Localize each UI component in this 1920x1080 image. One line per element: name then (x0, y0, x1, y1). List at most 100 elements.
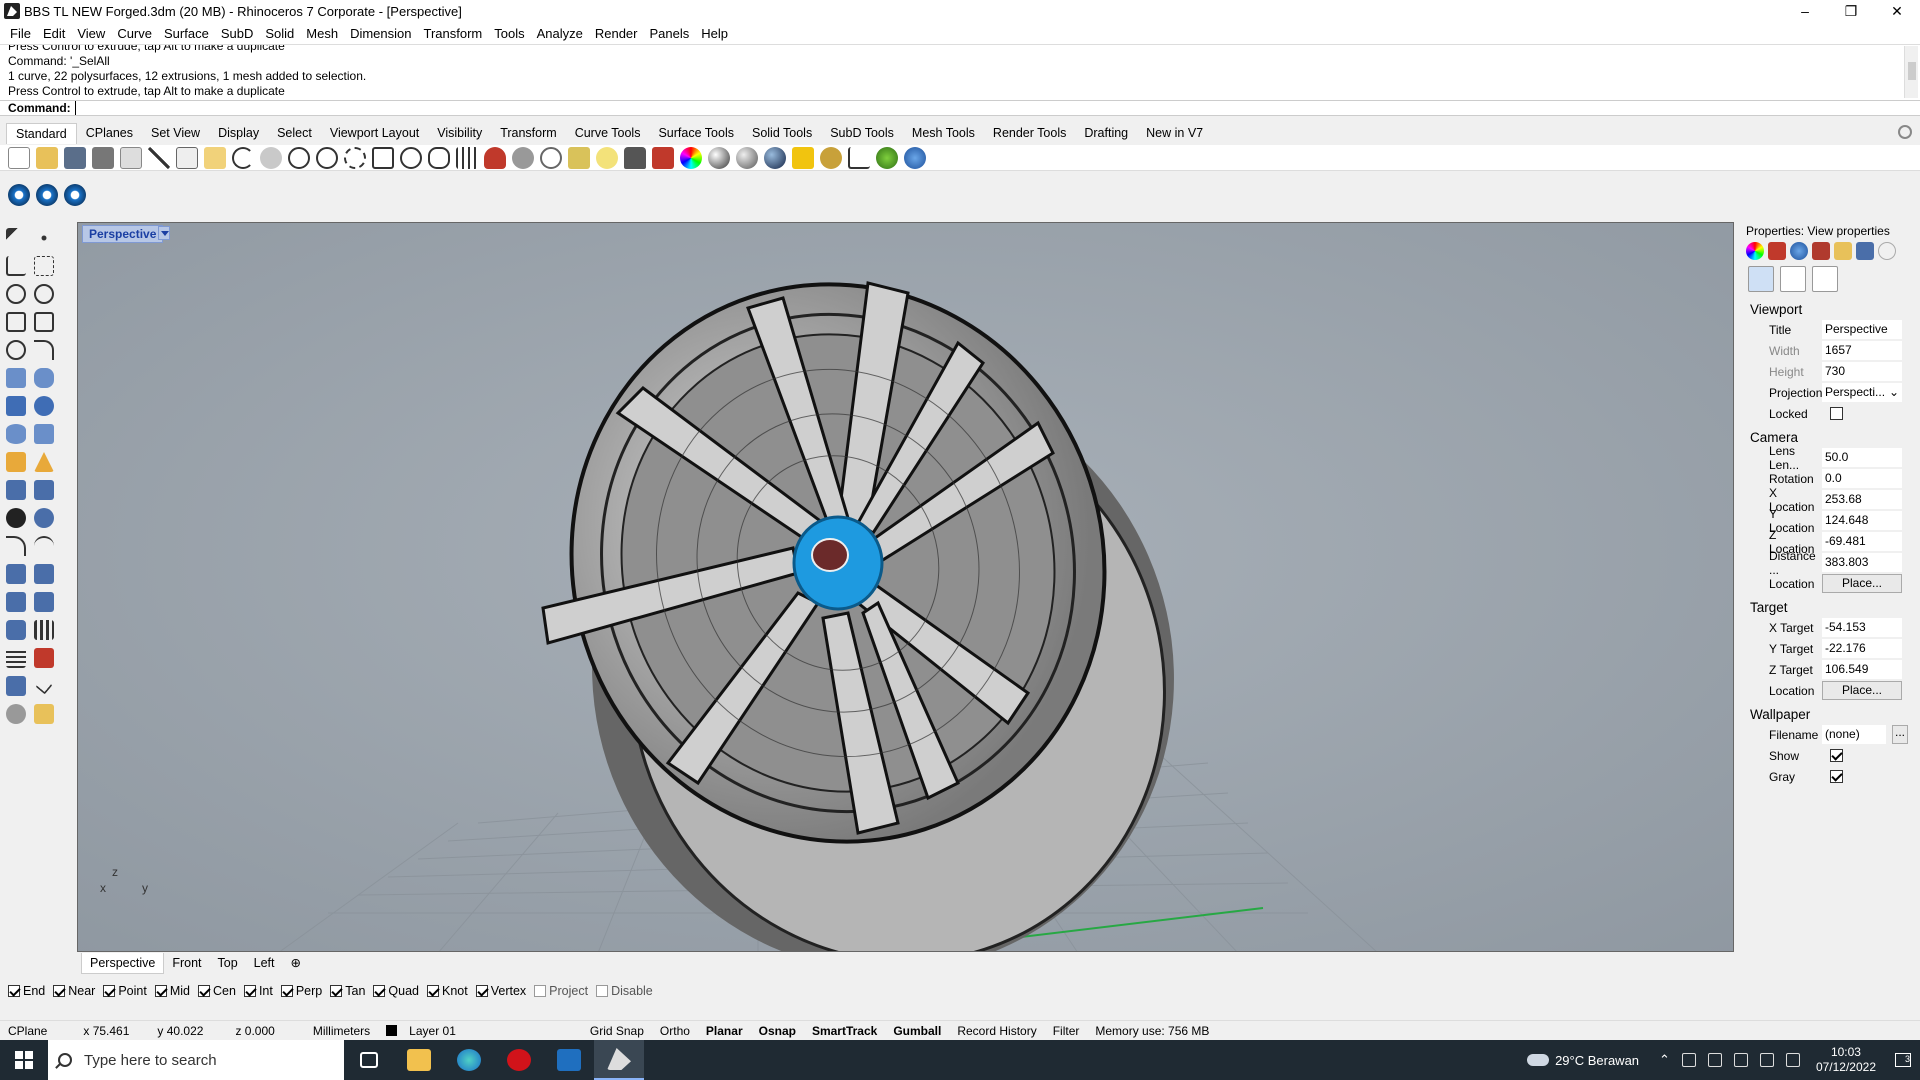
menu-subd[interactable]: SubD (215, 26, 260, 41)
cplane-status[interactable]: CPlane (0, 1024, 55, 1038)
browse-button[interactable]: ... (1892, 725, 1908, 744)
tab-solid-tools[interactable]: Solid Tools (743, 123, 821, 143)
offset-icon[interactable] (6, 536, 26, 556)
osnap-toggle[interactable]: Osnap (751, 1024, 804, 1038)
hatch-icon[interactable] (34, 620, 54, 640)
scale-icon[interactable] (34, 564, 54, 584)
menu-mesh[interactable]: Mesh (300, 26, 344, 41)
osnap-int[interactable]: Int (243, 984, 273, 998)
four-viewports-icon[interactable] (456, 146, 478, 169)
tab-curve-tools[interactable]: Curve Tools (566, 123, 650, 143)
menu-surface[interactable]: Surface (158, 26, 215, 41)
solid-edit-icon[interactable] (6, 620, 26, 640)
viewport-tab-perspective[interactable]: Perspective (81, 952, 165, 974)
undo-icon[interactable] (232, 146, 254, 169)
checkbox[interactable] (103, 985, 116, 997)
osnap-perp[interactable]: Perp (280, 984, 322, 998)
object-properties-icon[interactable] (1746, 242, 1764, 260)
menu-curve[interactable]: Curve (111, 26, 158, 41)
text-icon[interactable] (6, 564, 26, 584)
gear-icon[interactable] (1898, 125, 1912, 139)
layer-status[interactable]: Layer 01 (378, 1024, 472, 1038)
tab-standard[interactable]: Standard (6, 122, 77, 144)
filename-value[interactable]: (none) (1822, 725, 1886, 744)
osnap-cen[interactable]: Cen (198, 984, 236, 998)
chevron-up-icon[interactable]: ⌃ (1659, 1052, 1670, 1068)
check-icon[interactable] (35, 677, 53, 695)
shaded-sphere-icon[interactable] (708, 146, 730, 169)
osnap-point[interactable]: Point (103, 984, 147, 998)
planar-toggle[interactable]: Planar (698, 1024, 751, 1038)
tab-mesh-tools[interactable]: Mesh Tools (903, 123, 984, 143)
tab-subd-tools[interactable]: SubD Tools (821, 123, 903, 143)
weather-widget[interactable]: 29°C Berawan (1527, 1053, 1639, 1068)
opera-button[interactable] (494, 1040, 544, 1080)
options-gear-icon[interactable] (820, 146, 842, 169)
color-wheel-icon[interactable] (680, 146, 702, 169)
checkbox[interactable] (373, 985, 386, 997)
paste-icon[interactable] (204, 146, 226, 169)
tab-new-in-v7[interactable]: New in V7 (1137, 123, 1212, 143)
target-place-button[interactable]: Place... (1822, 681, 1902, 700)
checkbox[interactable] (198, 985, 210, 997)
menu-render[interactable]: Render (589, 26, 644, 41)
zoom-icon[interactable] (316, 146, 338, 169)
menu-panels[interactable]: Panels (643, 26, 695, 41)
layers-icon[interactable] (652, 146, 674, 169)
checkbox[interactable] (154, 985, 167, 997)
checkbox[interactable] (243, 985, 256, 997)
taskbar-search[interactable]: Type here to search (48, 1040, 344, 1080)
osnap-near[interactable]: Near (53, 984, 95, 998)
surface-icon[interactable] (6, 368, 26, 388)
tab-set-view[interactable]: Set View (142, 123, 209, 143)
mirror-icon[interactable] (34, 592, 54, 612)
zoom-selected-icon[interactable] (400, 146, 422, 169)
osnap-project[interactable]: Project (534, 984, 588, 998)
join-icon[interactable] (34, 508, 54, 528)
render-mesh-icon[interactable] (6, 704, 26, 724)
tab-drafting[interactable]: Drafting (1075, 123, 1137, 143)
tab-viewport-layout[interactable]: Viewport Layout (321, 123, 428, 143)
task-view-button[interactable] (344, 1040, 394, 1080)
battery-icon[interactable] (1707, 1053, 1722, 1067)
tab-render-tools[interactable]: Render Tools (984, 123, 1075, 143)
menu-file[interactable]: File (4, 26, 37, 41)
camera-place-button[interactable]: Place... (1822, 574, 1902, 593)
clock[interactable]: 10:03 07/12/2022 (1816, 1045, 1876, 1075)
network-icon[interactable] (1681, 1053, 1696, 1067)
menu-view[interactable]: View (71, 26, 111, 41)
scrollbar-thumb[interactable] (1908, 62, 1916, 80)
polyline-icon[interactable] (6, 256, 26, 276)
viewport-label[interactable]: Perspective (82, 225, 164, 243)
checkbox[interactable] (280, 985, 293, 997)
fillet-icon[interactable] (34, 340, 54, 360)
material-icon[interactable] (792, 146, 814, 169)
cut-icon[interactable] (148, 146, 170, 169)
prop-value[interactable]: -69.481 (1822, 532, 1902, 551)
open-folder-icon[interactable] (36, 146, 58, 169)
ortho-toggle[interactable]: Ortho (652, 1024, 698, 1038)
smarttrack-toggle[interactable]: SmartTrack (804, 1024, 885, 1038)
boolean-icon[interactable] (6, 508, 26, 528)
new-file-icon[interactable] (8, 146, 30, 169)
checkbox[interactable] (534, 985, 547, 997)
rendered-sphere-icon[interactable] (736, 146, 758, 169)
libraries-panel-icon[interactable] (1834, 242, 1852, 260)
zoom-extents-icon[interactable] (372, 146, 394, 169)
ellipse-icon[interactable] (34, 284, 54, 304)
volume-icon[interactable] (1759, 1053, 1774, 1067)
select-objects-icon[interactable] (540, 146, 562, 169)
history-scrollbar[interactable] (1904, 46, 1918, 98)
checkbox[interactable] (596, 985, 609, 997)
prop-value[interactable]: 383.803 (1822, 553, 1902, 572)
add-viewport-tab-icon[interactable]: ⊕ (283, 953, 309, 973)
tab-cplanes[interactable]: CPlanes (77, 123, 142, 143)
menu-solid[interactable]: Solid (259, 26, 300, 41)
viewport-tab-left[interactable]: Left (246, 953, 283, 973)
viewport-menu-chevron-down-icon[interactable] (158, 226, 170, 240)
viewport-frame-icon[interactable] (1812, 266, 1838, 292)
materials-panel-icon[interactable] (1812, 242, 1830, 260)
dimension-icon[interactable] (848, 146, 870, 169)
export-icon[interactable] (120, 146, 142, 169)
close-button[interactable]: ✕ (1874, 0, 1920, 22)
